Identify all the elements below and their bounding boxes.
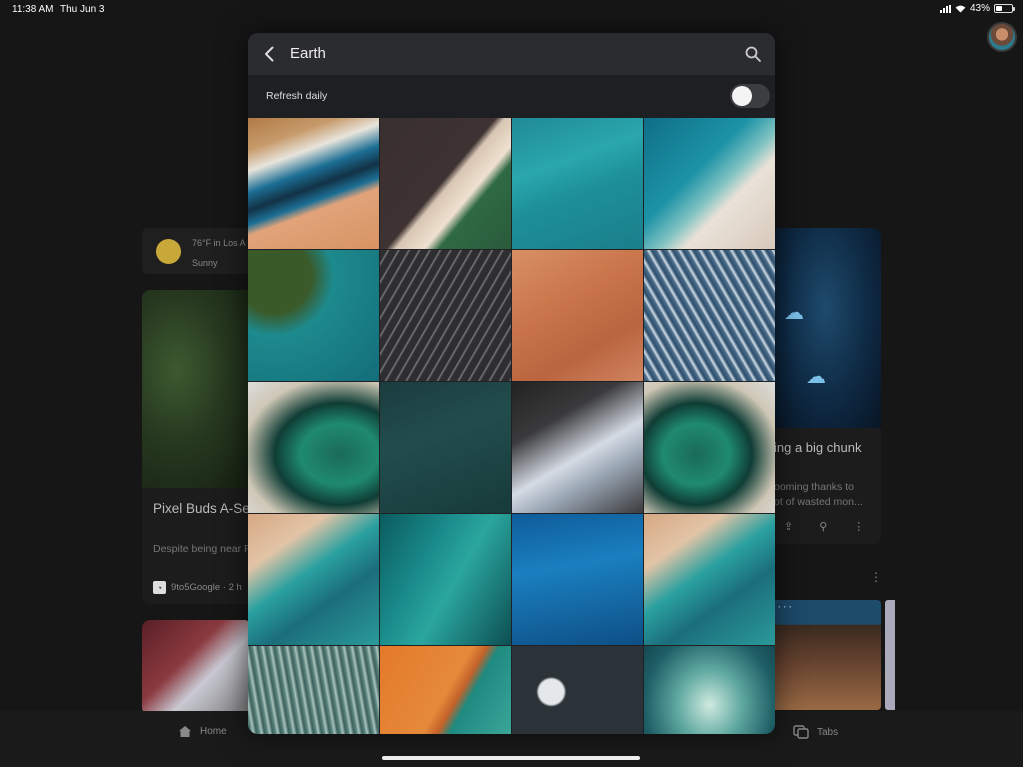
sun-icon: [156, 239, 181, 264]
back-arrow-icon[interactable]: [260, 44, 280, 64]
nav-tabs-label: Tabs: [817, 726, 839, 738]
wallpaper-thumbnail[interactable]: [248, 118, 379, 249]
story-card-right[interactable]: ☁ ☁ ing a big chunk ooming thanks to ot …: [770, 228, 881, 544]
story-desc: Despite being near Pixel Buds A-Series: [153, 543, 257, 555]
story-desc-line: ot of wasted mon...: [774, 496, 863, 508]
status-time: 11:38 AM: [12, 4, 54, 15]
weather-temp: 76°F in Los A: [192, 238, 246, 248]
cellular-signal-icon: [939, 4, 951, 13]
wallpaper-thumbnail[interactable]: [512, 514, 643, 645]
wallpaper-thumbnail[interactable]: [512, 118, 643, 249]
story-title: Pixel Buds A-Se better product: [153, 501, 257, 516]
wallpaper-thumbnail[interactable]: [644, 514, 775, 645]
story-image: ☁ ☁: [770, 228, 881, 428]
story-actions: ⇪ ⚲ ⋮: [784, 520, 864, 533]
status-date: Thu Jun 3: [60, 4, 105, 15]
wallpaper-thumbnail[interactable]: [644, 118, 775, 249]
wallpaper-thumbnail[interactable]: [380, 250, 511, 381]
wallpaper-thumbnail[interactable]: [380, 646, 511, 734]
wallpaper-thumbnail[interactable]: [380, 118, 511, 249]
story-card-right-2[interactable]: · · ·: [770, 600, 881, 710]
wallpaper-thumbnail[interactable]: [248, 382, 379, 513]
story-banner-graphic: · · ·: [778, 602, 792, 612]
nav-tabs[interactable]: Tabs: [793, 725, 838, 739]
nav-home-label: Home: [200, 726, 227, 737]
screen: 76°F in Los A Sunny Pixel Buds A-Se bett…: [0, 0, 1023, 767]
wallpaper-thumbnail[interactable]: [380, 382, 511, 513]
search-icon[interactable]: [744, 45, 762, 63]
share-icon[interactable]: ⇪: [784, 520, 793, 533]
story-card-right-3[interactable]: [885, 600, 895, 710]
wifi-icon: [955, 5, 966, 13]
battery-fill: [996, 6, 1003, 11]
source-logo-icon: ◔: [153, 581, 166, 594]
modal-title: Earth: [290, 45, 326, 62]
status-bar: 11:38 AM Thu Jun 3 43%: [0, 0, 1023, 18]
weather-condition: Sunny: [192, 258, 218, 268]
battery-icon: [994, 4, 1015, 13]
story-title: ing a big chunk: [774, 440, 862, 455]
wallpaper-thumbnail[interactable]: [248, 646, 379, 734]
wallpaper-thumbnail[interactable]: [512, 250, 643, 381]
weather-card[interactable]: 76°F in Los A Sunny: [142, 228, 262, 274]
wallpaper-picker-modal: Earth Refresh daily: [248, 33, 775, 734]
cloud-icon: ☁: [806, 366, 826, 388]
nav-home[interactable]: Home: [178, 725, 227, 738]
wallpaper-thumbnail[interactable]: [644, 382, 775, 513]
battery-percent: 43%: [969, 3, 990, 14]
modal-header: Earth: [248, 33, 775, 75]
status-right: 43%: [939, 3, 1015, 14]
story-source: ◔ 9to5Google · 2 h: [153, 581, 242, 594]
home-indicator[interactable]: [382, 756, 640, 760]
story-image: [142, 290, 257, 488]
wallpaper-thumbnail[interactable]: [248, 250, 379, 381]
story-desc: ooming thanks to ot of wasted mon...: [774, 480, 863, 510]
source-label: 9to5Google · 2 h: [171, 582, 242, 593]
refresh-daily-toggle[interactable]: [730, 84, 770, 108]
wallpaper-grid: [248, 118, 775, 734]
story-card-left-2[interactable]: [142, 620, 252, 715]
tabs-icon: [793, 725, 809, 739]
story-desc-line: ooming thanks to: [774, 481, 854, 493]
refresh-daily-row[interactable]: Refresh daily: [248, 75, 775, 118]
wallpaper-thumbnail[interactable]: [644, 250, 775, 381]
wallpaper-thumbnail[interactable]: [644, 646, 775, 734]
story-card-left[interactable]: Pixel Buds A-Se better product Despite b…: [142, 290, 257, 604]
wallpaper-thumbnail[interactable]: [380, 514, 511, 645]
profile-avatar[interactable]: [987, 22, 1017, 52]
wallpaper-thumbnail[interactable]: [512, 382, 643, 513]
cloud-icon: ☁: [784, 302, 804, 324]
more-icon[interactable]: ⋮: [853, 520, 864, 533]
pin-icon[interactable]: ⚲: [819, 520, 827, 533]
more-icon[interactable]: ⋮: [870, 570, 882, 584]
wallpaper-thumbnail[interactable]: [512, 646, 643, 734]
refresh-daily-label: Refresh daily: [266, 90, 328, 102]
toggle-knob: [732, 86, 752, 106]
home-icon: [179, 726, 191, 737]
wallpaper-thumbnail[interactable]: [248, 514, 379, 645]
